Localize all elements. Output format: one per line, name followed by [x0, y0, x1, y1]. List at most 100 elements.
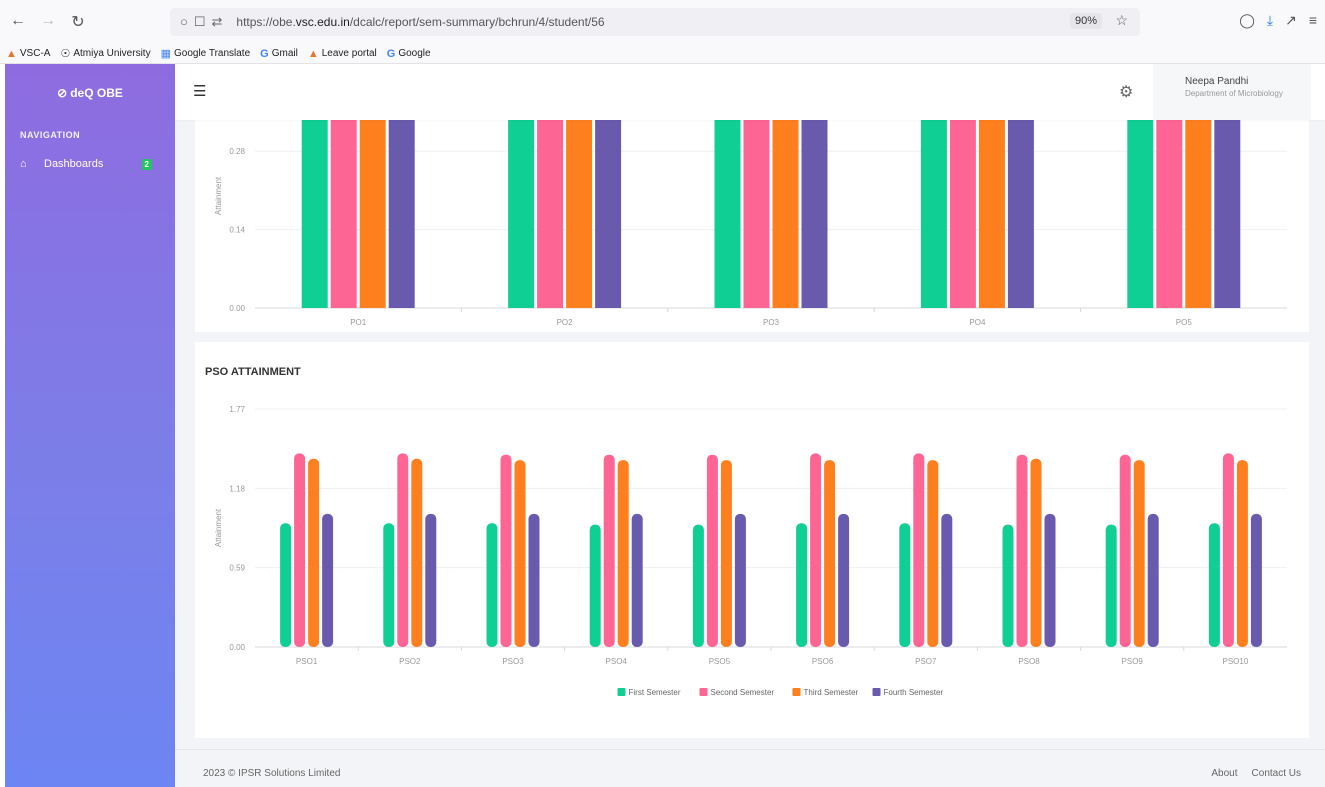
bar-third-semester: [411, 458, 423, 647]
bar-first-semester: [1208, 523, 1220, 647]
footer-copyright: 2023 © IPSR Solutions Limited: [203, 768, 341, 779]
bar-fourth-semester: [838, 513, 850, 647]
legend-label: Fourth Semester: [884, 688, 944, 697]
x-tick-label: PO2: [557, 318, 574, 327]
download-icon[interactable]: ⤓: [1267, 12, 1273, 29]
x-tick-label: PSO2: [399, 657, 421, 666]
y-axis-label: Attainment: [214, 508, 223, 547]
bar-first-semester: [589, 524, 601, 647]
url-text: https://obe.vsc.edu.in/dcalc/report/sem-…: [236, 15, 605, 29]
zoom-level[interactable]: 90%: [1069, 13, 1102, 29]
footer-link-about[interactable]: About: [1211, 768, 1237, 779]
count-badge: 2: [141, 158, 152, 170]
pocket-icon[interactable]: ◯: [1239, 12, 1255, 29]
bar-fourth-semester: [1250, 513, 1262, 647]
google-icon: G: [260, 47, 269, 60]
pso-attainment-card: PSO ATTAINMENT 0.00 0.59 1.18 1.77 Attainmen…: [195, 342, 1309, 738]
y-axis-label: Attainment: [214, 176, 223, 215]
translate-icon: ▦: [160, 48, 171, 60]
bar-third-semester: [514, 460, 526, 647]
forward-icon[interactable]: →: [36, 12, 60, 32]
bar-second-semester: [1222, 453, 1234, 647]
y-tick-label: 1.77: [229, 405, 245, 414]
bookmark-leave-portal[interactable]: ▲ Leave portal: [308, 48, 377, 60]
y-tick-label: 0.28: [229, 147, 245, 156]
pso-attainment-chart: 0.00 0.59 1.18 1.77 Attainment PSO1 PSO2 PSO3 PS…: [214, 405, 1287, 697]
bar-third-semester: [824, 460, 836, 647]
bar-first-semester: [899, 523, 911, 647]
bar-fourth-semester: [1044, 513, 1056, 647]
bookmark-google[interactable]: G Google: [387, 48, 431, 60]
bookmark-star-icon[interactable]: ☆: [1115, 12, 1128, 29]
bar-third-semester: [927, 460, 939, 647]
bar-second-semester: [397, 453, 409, 647]
bar-second-semester: [294, 453, 306, 647]
bar-third-semester: [617, 460, 629, 647]
bar-fourth-semester: [528, 513, 540, 647]
bookmark-google-translate[interactable]: ▦ Google Translate: [161, 47, 251, 60]
bar-fourth-semester: [941, 513, 953, 647]
bookmark-icon: ▲: [307, 47, 319, 60]
y-tick-label: 0.00: [229, 304, 245, 313]
legend-label: Second Semester: [711, 688, 775, 697]
bar-fourth-semester: [322, 513, 334, 647]
x-tick-label: PSO10: [1223, 657, 1249, 666]
y-tick-label: 0.00: [229, 643, 245, 652]
x-tick-label: PSO9: [1122, 657, 1144, 666]
back-icon[interactable]: ←: [6, 12, 30, 32]
shield-lock-icon: ○☐⇄: [180, 14, 229, 29]
bookmark-atmiya[interactable]: ☉ Atmiya University: [60, 47, 150, 60]
top-navbar: ☰ ⚙ Neepa Pandhi Department of Microbiol…: [175, 64, 1325, 120]
logo-icon: ⊘: [57, 86, 68, 100]
legend-swatch: [792, 688, 801, 696]
user-department: Department of Microbiology: [1185, 89, 1283, 98]
user-profile[interactable]: Neepa Pandhi Department of Microbiology: [1153, 64, 1311, 120]
bar-fourth-semester: [425, 513, 437, 647]
x-tick-label: PO5: [1176, 318, 1193, 327]
bookmarks-bar: ▲ VSC-A ☉ Atmiya University ▦ Google Transl…: [0, 44, 1325, 64]
share-icon[interactable]: ↗: [1285, 12, 1297, 29]
gear-icon[interactable]: ⚙: [1119, 82, 1133, 102]
sidebar-item-dashboards[interactable]: ⌂ Dashboards 2: [5, 158, 175, 170]
bar-second-semester: [1119, 454, 1131, 647]
bar-first-semester: [486, 523, 498, 647]
browser-toolbar: ← → ↻ ○☐⇄ https://obe.vsc.edu.in/dcalc/r…: [0, 0, 1325, 44]
bar-second-semester: [1016, 454, 1028, 647]
bar-second-semester: [706, 454, 718, 647]
address-bar[interactable]: ○☐⇄ https://obe.vsc.edu.in/dcalc/report/…: [170, 8, 1140, 36]
bar-first-semester: [796, 523, 808, 647]
bar-third-semester: [1133, 460, 1145, 647]
legend-swatch: [699, 688, 708, 696]
nav-section-title: NAVIGATION: [20, 130, 81, 140]
bookmark-gmail[interactable]: G Gmail: [260, 48, 298, 60]
hamburger-menu-icon[interactable]: ☰: [193, 82, 206, 100]
x-tick-label: PSO7: [915, 657, 937, 666]
bar-third-semester: [1030, 458, 1042, 647]
bar-second-semester: [500, 454, 512, 647]
bookmark-icon: ▲: [6, 47, 17, 60]
x-tick-label: PO3: [763, 318, 780, 327]
bookmark-vsc-a[interactable]: ▲ VSC-A: [6, 48, 50, 60]
bar-third-semester: [1236, 460, 1248, 647]
bar-first-semester: [1105, 524, 1117, 647]
bar-second-semester: [810, 453, 822, 647]
y-tick-label: 1.18: [229, 484, 245, 493]
google-icon: G: [386, 47, 396, 60]
x-tick-label: PSO3: [502, 657, 524, 666]
legend-swatch: [872, 688, 881, 696]
bar-third-semester: [720, 460, 732, 647]
main-content: 0.00 0.14 0.28 Attainment PO1 PO2 PO3 PO4 PO5 Fir…: [175, 64, 1325, 787]
brand-logo[interactable]: ⊘ deQ OBE: [5, 64, 175, 122]
bar-second-semester: [603, 454, 615, 647]
y-tick-label: 0.14: [229, 226, 245, 235]
menu-icon[interactable]: ≡: [1309, 12, 1317, 29]
bar-first-semester: [692, 524, 704, 647]
legend-swatch: [617, 688, 626, 696]
x-tick-label: PSO8: [1018, 657, 1040, 666]
reload-icon[interactable]: ↻: [66, 12, 90, 32]
footer-link-contact[interactable]: Contact Us: [1252, 768, 1301, 779]
home-icon: ⌂: [20, 158, 27, 170]
sidebar-item-label: Dashboards: [44, 158, 104, 170]
bar-fourth-semester: [734, 513, 746, 647]
bar-third-semester: [308, 458, 320, 647]
